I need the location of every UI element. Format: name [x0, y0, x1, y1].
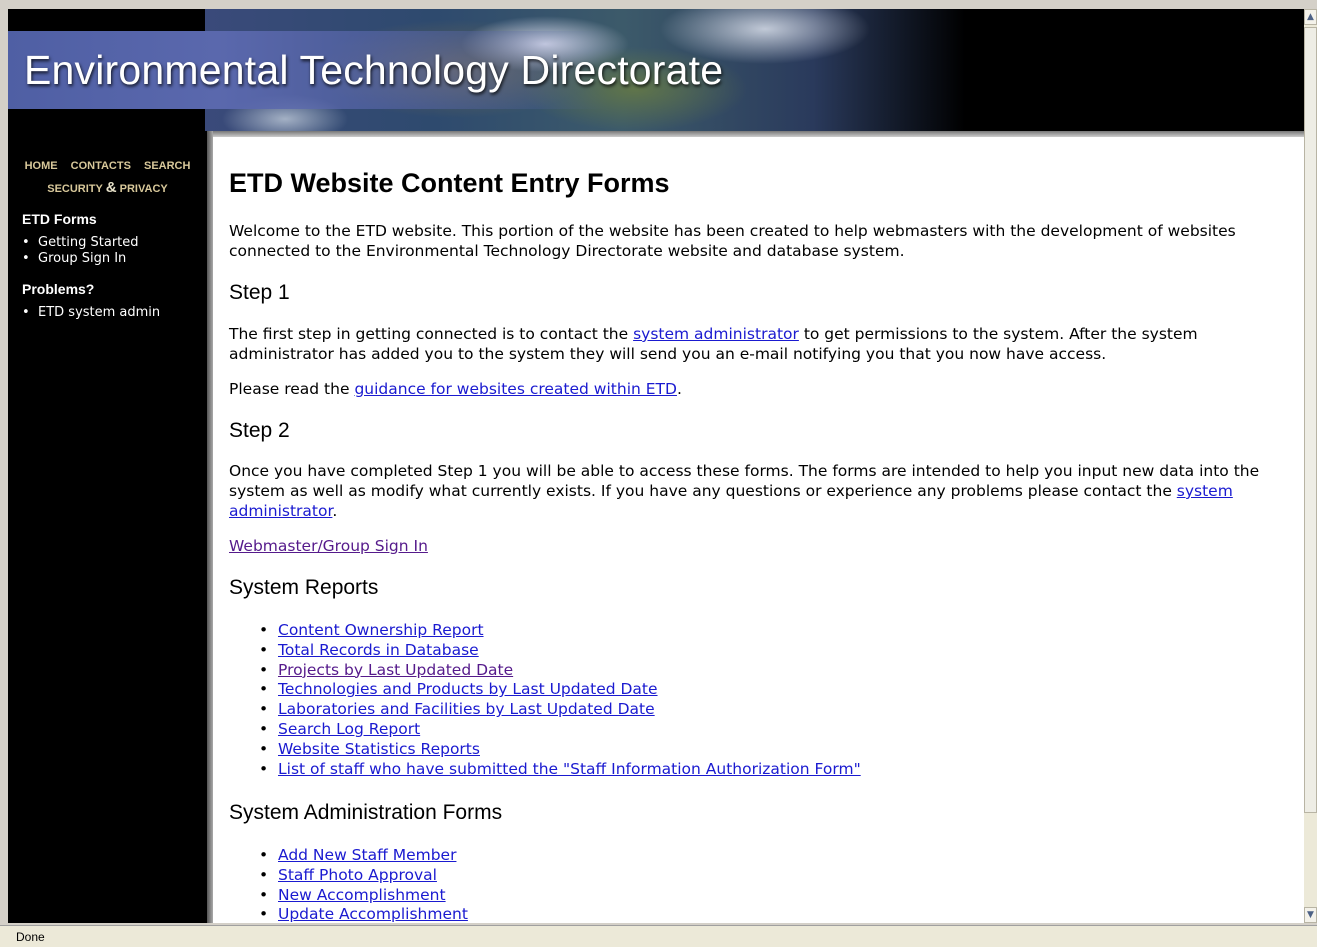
- report-link-staff-authorization[interactable]: List of staff who have submitted the "St…: [278, 760, 861, 778]
- guidance-link[interactable]: guidance for websites created within ETD: [354, 380, 677, 398]
- sidebar-item-etd-system-admin[interactable]: ETD system admin: [22, 305, 160, 321]
- signin-paragraph: Webmaster/Group Sign In: [229, 536, 1279, 556]
- step1-heading: Step 1: [229, 281, 290, 304]
- system-admin-forms-heading: System Administration Forms: [229, 801, 503, 824]
- nav-ampersand: &: [105, 179, 117, 196]
- report-link-laboratories-updated[interactable]: Laboratories and Facilities by Last Upda…: [278, 700, 655, 718]
- top-nav: HOME CONTACTS SEARCH SECURITY & PRIVACY: [8, 155, 207, 200]
- nav-home-link[interactable]: HOME: [25, 160, 58, 172]
- admin-link-update-accomplishment[interactable]: Update Accomplishment: [278, 905, 468, 923]
- intro-paragraph: Welcome to the ETD website. This portion…: [229, 222, 1236, 260]
- system-administrator-link[interactable]: system administrator: [633, 325, 799, 343]
- site-title: Environmental Technology Directorate: [24, 47, 724, 93]
- scroll-up-icon[interactable]: ▲: [1304, 9, 1317, 25]
- guidance-paragraph: Please read the guidance for websites cr…: [229, 379, 1279, 399]
- list-item: Search Log Report: [259, 720, 861, 740]
- list-item: Projects by Last Updated Date: [259, 661, 861, 681]
- guidance-text-after: .: [676, 380, 682, 398]
- list-item: Staff Photo Approval: [259, 866, 468, 886]
- list-item: Total Records in Database: [259, 641, 861, 661]
- guidance-text-before: Please read the: [229, 380, 355, 398]
- main-content: ETD Website Content Entry Forms Welcome …: [213, 137, 1304, 923]
- sidebar-item-getting-started[interactable]: Getting Started: [22, 235, 139, 251]
- scrollbar-thumb[interactable]: [1304, 27, 1317, 813]
- sidebar-item-label: ETD system admin: [38, 305, 161, 320]
- step2-heading: Step 2: [229, 419, 290, 442]
- sidebar-item-label: Group Sign In: [38, 251, 127, 266]
- sidebar-item-label: Getting Started: [38, 235, 139, 250]
- sidebar-heading-etd-forms: ETD Forms: [22, 211, 97, 227]
- step2-text-before: Once you have completed Step 1 you will …: [229, 462, 1260, 500]
- list-item: Website Statistics Reports: [259, 740, 861, 760]
- page-title: ETD Website Content Entry Forms: [229, 168, 670, 198]
- nav-security-privacy-link[interactable]: SECURITY & PRIVACY: [8, 177, 207, 200]
- step2-paragraph: Once you have completed Step 1 you will …: [229, 461, 1279, 521]
- list-item: Add New Staff Member: [259, 846, 468, 866]
- step1-paragraph: The first step in getting connected is t…: [229, 324, 1279, 364]
- list-item: List of staff who have submitted the "St…: [259, 760, 861, 780]
- list-item: Laboratories and Facilities by Last Upda…: [259, 700, 861, 720]
- list-item: New Accomplishment: [259, 886, 468, 906]
- report-link-projects-updated[interactable]: Projects by Last Updated Date: [278, 661, 513, 679]
- report-link-content-ownership[interactable]: Content Ownership Report: [278, 621, 484, 639]
- scroll-down-icon[interactable]: ▼: [1304, 907, 1317, 923]
- report-link-total-records[interactable]: Total Records in Database: [278, 641, 479, 659]
- sidebar-list-problems: ETD system admin: [22, 305, 160, 321]
- report-link-website-statistics[interactable]: Website Statistics Reports: [278, 740, 480, 758]
- report-link-technologies-updated[interactable]: Technologies and Products by Last Update…: [278, 680, 658, 698]
- list-item: Update Accomplishment: [259, 905, 468, 923]
- sidebar-list-etd-forms: Getting Started Group Sign In: [22, 235, 139, 267]
- nav-contacts-link[interactable]: CONTACTS: [71, 160, 131, 172]
- sidebar-heading-problems: Problems?: [22, 281, 95, 297]
- system-reports-list: Content Ownership Report Total Records i…: [259, 621, 861, 779]
- system-admin-forms-list: Add New Staff Member Staff Photo Approva…: [259, 846, 468, 923]
- nav-search-link[interactable]: SEARCH: [144, 160, 190, 172]
- vertical-scrollbar[interactable]: ▲ ▼: [1304, 9, 1317, 923]
- sidebar: HOME CONTACTS SEARCH SECURITY & PRIVACY …: [8, 131, 207, 923]
- nav-security-label: SECURITY: [47, 183, 103, 195]
- admin-link-staff-photo[interactable]: Staff Photo Approval: [278, 866, 437, 884]
- status-text: Done: [16, 930, 45, 944]
- system-reports-heading: System Reports: [229, 576, 379, 599]
- report-link-search-log[interactable]: Search Log Report: [278, 720, 420, 738]
- site-banner: Environmental Technology Directorate: [8, 9, 1304, 131]
- browser-viewport: Environmental Technology Directorate HOM…: [8, 9, 1304, 923]
- step2-text-after: .: [332, 502, 338, 520]
- step1-text-before: The first step in getting connected is t…: [229, 325, 634, 343]
- status-bar: Done: [0, 925, 1317, 947]
- admin-link-add-staff[interactable]: Add New Staff Member: [278, 846, 456, 864]
- nav-privacy-label: PRIVACY: [119, 183, 168, 195]
- admin-link-new-accomplishment[interactable]: New Accomplishment: [278, 886, 446, 904]
- list-item: Technologies and Products by Last Update…: [259, 680, 861, 700]
- webmaster-group-sign-in-link[interactable]: Webmaster/Group Sign In: [229, 537, 428, 555]
- list-item: Content Ownership Report: [259, 621, 861, 641]
- sidebar-item-group-sign-in[interactable]: Group Sign In: [22, 251, 139, 267]
